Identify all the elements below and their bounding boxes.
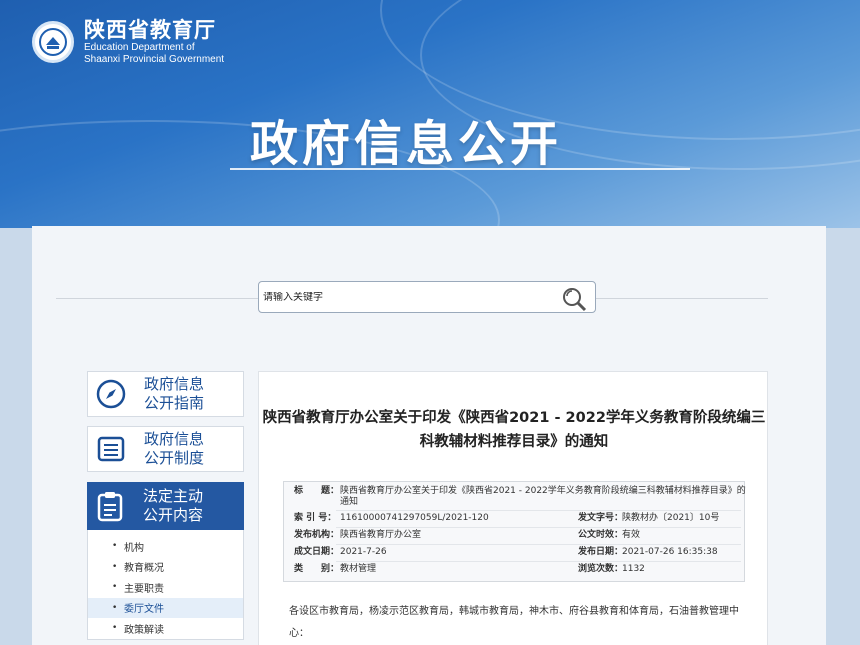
meta-views-value: 1132 bbox=[622, 564, 645, 574]
meta-separator bbox=[336, 561, 741, 562]
sidebar-guide-line1: 政府信息 bbox=[144, 375, 205, 393]
meta-category-label: 类 别： bbox=[294, 564, 340, 574]
meta-separator bbox=[336, 510, 741, 511]
article-body-line1: 各设区市教育局，杨凌示范区教育局，韩城市教育局，神木市、府谷县教育和体育局，石油… bbox=[289, 606, 739, 617]
article-title: 陕西省教育厅办公室关于印发《陕西省2021 - 2022学年义务教育阶段统编三 … bbox=[259, 406, 769, 454]
meta-created-value: 2021-7-26 bbox=[340, 547, 387, 557]
org-name-cn: 陕西省教育厅 bbox=[84, 18, 216, 42]
magnifier-icon[interactable] bbox=[561, 286, 587, 312]
meta-title-value-1: 陕西省教育厅办公室关于印发《陕西省2021 - 2022学年义务教育阶段统编三科… bbox=[340, 486, 746, 496]
article-title-line2: 科教辅材料推荐目录》的通知 bbox=[419, 434, 609, 450]
search-box[interactable] bbox=[258, 281, 596, 313]
meta-issuer-value: 陕西省教育厅办公室 bbox=[340, 530, 422, 540]
site-logo[interactable]: 陕西省教育厅 Education Department of Shaanxi P… bbox=[32, 18, 224, 66]
meta-doc-no-value: 陕教材办〔2021〕10号 bbox=[622, 513, 720, 523]
sidebar-sub-item-policy[interactable]: 政策解读 bbox=[88, 618, 243, 639]
meta-title-value-2: 通知 bbox=[340, 497, 359, 507]
meta-issuer-label: 发布机构： bbox=[294, 530, 340, 540]
emblem-icon bbox=[32, 21, 74, 63]
meta-table: 标 题： 陕西省教育厅办公室关于印发《陕西省2021 - 2022学年义务教育阶… bbox=[283, 481, 746, 582]
sidebar-active-line1: 法定主动 bbox=[143, 487, 204, 505]
meta-title-label: 标 题： bbox=[294, 486, 340, 496]
meta-validity-value: 有效 bbox=[622, 530, 641, 540]
meta-published-value: 2021-07-26 16:35:38 bbox=[622, 547, 718, 557]
org-name-en-2: Shaanxi Provincial Government bbox=[84, 54, 225, 65]
org-name-en-1: Education Department of bbox=[84, 42, 195, 53]
banner-title: 政府信息公开 bbox=[250, 116, 563, 172]
list-icon bbox=[88, 426, 134, 472]
meta-created-label: 成文日期： bbox=[294, 547, 340, 557]
sidebar-sub-item-duties[interactable]: 主要职责 bbox=[88, 577, 243, 598]
sidebar-system-line2: 公开制度 bbox=[144, 449, 205, 467]
sidebar-sub-list: 机构 教育概况 主要职责 委厅文件 政策解读 bbox=[87, 530, 244, 640]
search-input[interactable] bbox=[263, 291, 553, 303]
sidebar-sub-item-overview[interactable]: 教育概况 bbox=[88, 557, 243, 578]
meta-index-label: 索 引 号： bbox=[294, 513, 337, 523]
clipboard-icon bbox=[87, 483, 133, 529]
banner-underline bbox=[230, 168, 690, 170]
meta-published-label: 发布日期： bbox=[578, 547, 624, 557]
article-panel: 陕西省教育厅办公室关于印发《陕西省2021 - 2022学年义务教育阶段统编三 … bbox=[258, 371, 768, 645]
header-banner: 陕西省教育厅 Education Department of Shaanxi P… bbox=[0, 0, 860, 228]
meta-separator bbox=[336, 544, 741, 545]
article-title-line1: 陕西省教育厅办公室关于印发《陕西省2021 - 2022学年义务教育阶段统编三 bbox=[262, 410, 766, 426]
article-body-line2: 心： bbox=[289, 628, 309, 639]
compass-icon bbox=[88, 371, 134, 417]
meta-doc-no-label: 发文字号： bbox=[578, 513, 624, 523]
sidebar-guide-line2: 公开指南 bbox=[144, 394, 205, 412]
sidebar-sub-item-documents[interactable]: 委厅文件 bbox=[88, 597, 243, 618]
sidebar-system-line1: 政府信息 bbox=[144, 430, 205, 448]
meta-separator bbox=[336, 527, 741, 528]
sidebar-sub-item-jigou[interactable]: 机构 bbox=[88, 536, 243, 557]
sidebar-item-active[interactable]: 法定主动 公开内容 机构 教育概况 主要职责 委厅文件 政策解读 bbox=[87, 482, 244, 640]
meta-category-value: 教材管理 bbox=[340, 564, 377, 574]
meta-validity-label: 公文时效： bbox=[578, 530, 624, 540]
meta-views-label: 浏览次数： bbox=[578, 564, 624, 574]
article-body: 各设区市教育局，杨凌示范区教育局，韩城市教育局，神木市、府谷县教育和体育局，石油… bbox=[289, 601, 749, 645]
sidebar-item-system[interactable]: 政府信息 公开制度 bbox=[87, 426, 244, 472]
sidebar-active-line2: 公开内容 bbox=[143, 506, 204, 524]
sidebar-item-guide[interactable]: 政府信息 公开指南 bbox=[87, 371, 244, 417]
meta-index-value: 11610000741297059L/2021-120 bbox=[340, 513, 489, 523]
